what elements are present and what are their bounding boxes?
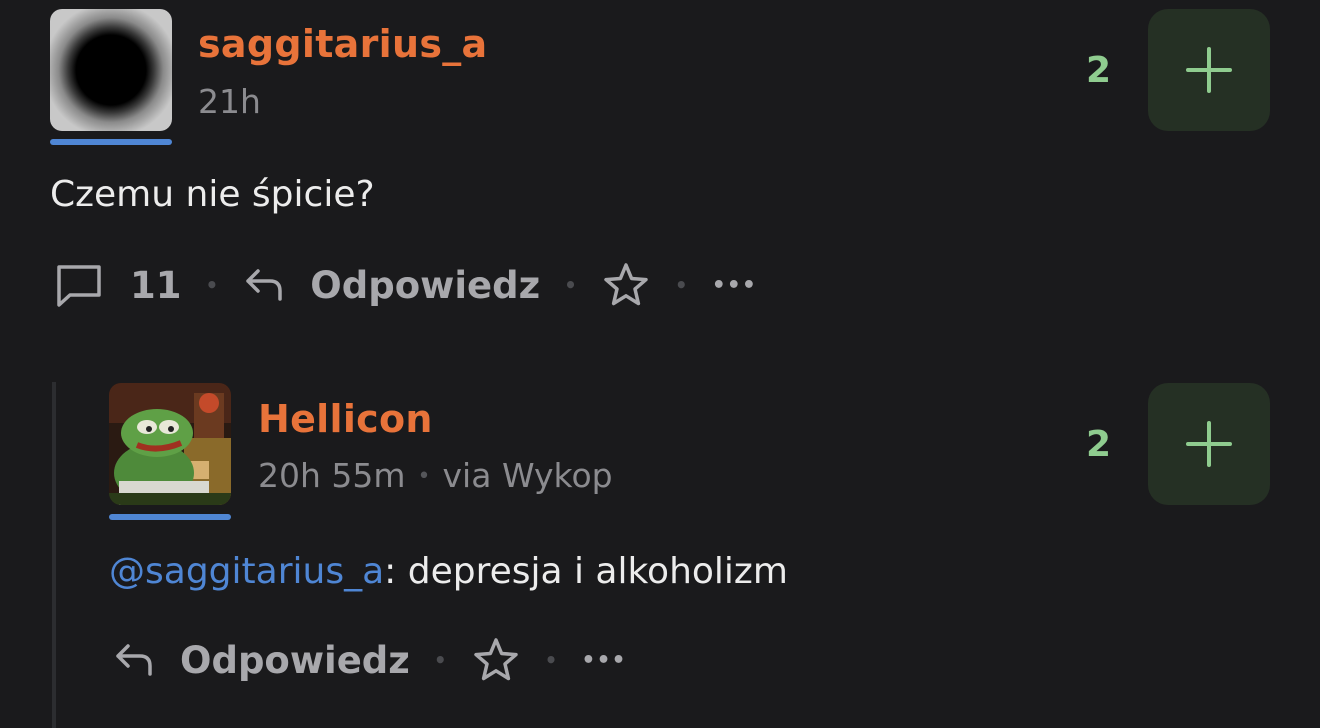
separator-dot: • [205,273,219,297]
more-button[interactable]: ••• [712,273,757,298]
separator-dot: • [674,273,688,297]
comments-count: 11 [130,263,182,307]
reply-vote-count: 2 [1086,424,1112,465]
favorite-button[interactable] [601,260,651,310]
avatar-underline [50,139,172,145]
favorite-button[interactable] [471,635,521,685]
reply-arrow-icon [246,269,283,301]
reply-author-avatar[interactable] [109,383,231,505]
separator-dot: • [417,464,431,489]
reply-label: Odpowiedz [310,263,541,307]
separator-dot: • [433,648,447,672]
post-actions: 11 • Odpowiedz • • ••• [52,255,757,315]
star-icon [473,638,518,681]
post-time[interactable]: 21h [198,82,261,121]
reply-content: @saggitarius_a: depresja i alkoholizm [109,551,788,592]
plus-icon [1186,421,1232,467]
reply-source: via Wykop [442,456,613,495]
upvote-button[interactable] [1148,9,1270,131]
user-mention-link[interactable]: @saggitarius_a [109,551,384,592]
reply-button[interactable]: Odpowiedz [242,263,540,307]
more-icon: ••• [711,272,757,298]
reply-label: Odpowiedz [180,638,410,682]
reply-arrow-icon [116,644,152,676]
reply-upvote-button[interactable] [1148,383,1270,505]
author-username[interactable]: saggitarius_a [198,22,487,66]
more-button[interactable]: ••• [581,648,626,673]
author-avatar[interactable] [50,9,172,131]
reply-meta: 20h 55m • via Wykop [258,456,613,495]
thread-line [52,382,56,728]
comment-icon [57,265,101,307]
reply-actions: Odpowiedz • • ••• [112,630,627,690]
plus-icon [1186,47,1232,93]
more-icon: ••• [581,647,627,673]
post-time-text: 21h [198,82,261,121]
avatar-underline [109,514,231,520]
vote-count: 2 [1086,50,1112,91]
reply-time[interactable]: 20h 55m [258,456,406,495]
separator-dot: • [544,648,558,672]
entry-main: saggitarius_a 21h 2 Czemu nie śpicie? 11… [0,0,1320,728]
star-icon [604,263,648,306]
comments-button[interactable]: 11 [52,258,182,312]
post-content: Czemu nie śpicie? [50,174,375,215]
reply-author-username[interactable]: Hellicon [258,397,433,441]
reply-button[interactable]: Odpowiedz [112,638,410,682]
separator-dot: • [564,273,577,297]
reply-text: : depresja i alkoholizm [384,551,788,592]
